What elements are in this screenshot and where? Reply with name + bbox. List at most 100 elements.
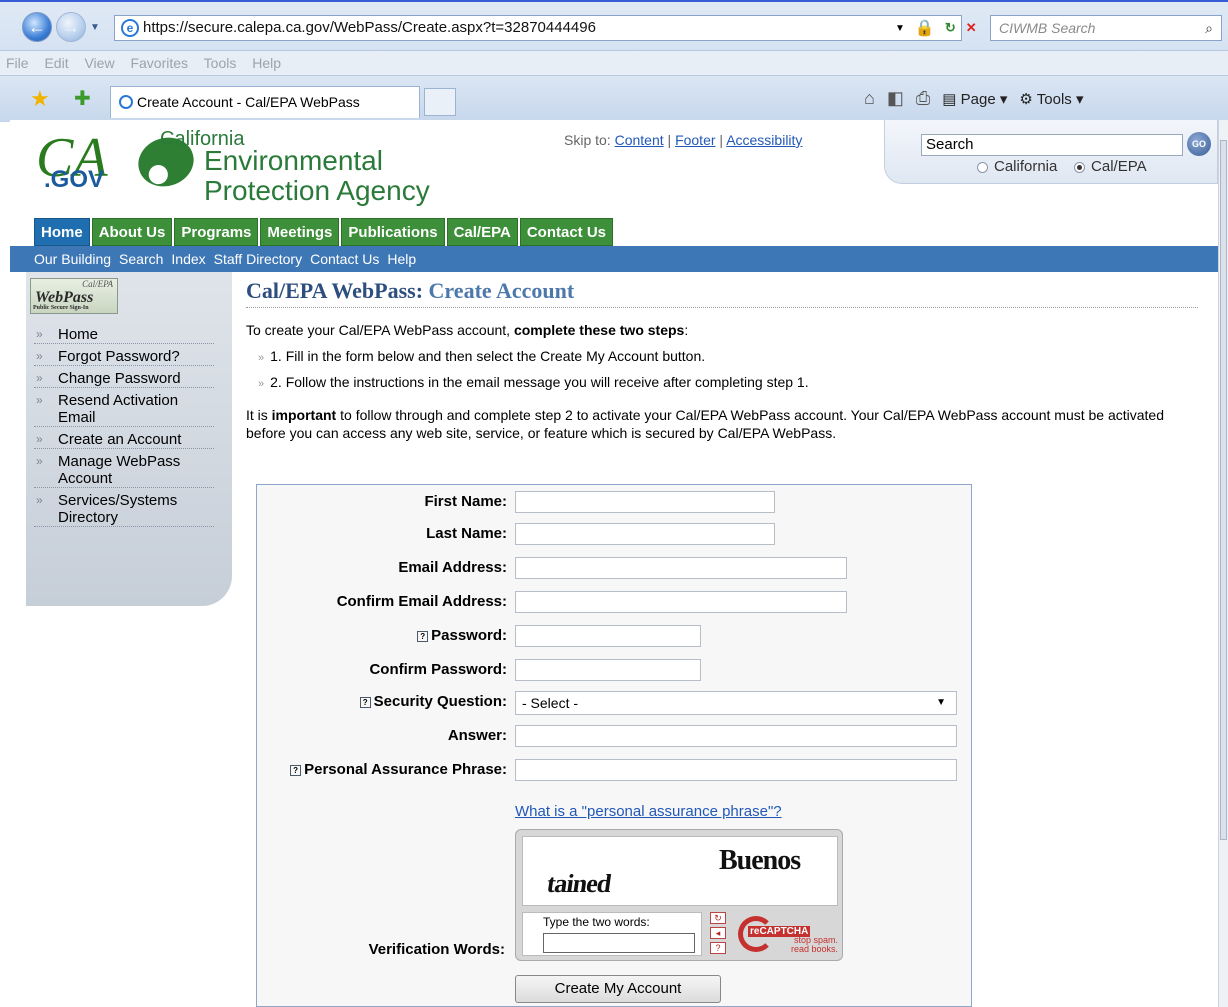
browser-chrome: ← → ▼ e https://secure.calepa.ca.gov/Web… bbox=[0, 0, 1228, 122]
answer-input[interactable] bbox=[515, 725, 957, 747]
sidebar-item-resend-activation[interactable]: Resend Activation Email bbox=[34, 392, 214, 427]
row-assurance: ? Personal Assurance Phrase: bbox=[257, 759, 973, 783]
subnav-search[interactable]: Search bbox=[119, 246, 163, 272]
go-button[interactable]: GO bbox=[1187, 132, 1211, 156]
skip-links: Skip to: Content | Footer | Accessibilit… bbox=[564, 132, 803, 148]
label-last-name: Last Name: bbox=[426, 525, 507, 542]
print-icon[interactable]: ⎙ bbox=[916, 88, 930, 109]
page-label: Page bbox=[960, 90, 996, 108]
nav-publications[interactable]: Publications bbox=[341, 218, 445, 246]
subnav-help[interactable]: Help bbox=[387, 246, 416, 272]
nav-calepa[interactable]: Cal/EPA bbox=[446, 218, 518, 246]
row-email: Email Address: bbox=[257, 557, 973, 581]
captcha-refresh-icon[interactable]: ↻ bbox=[710, 912, 726, 924]
sidebar-item-manage-account[interactable]: Manage WebPass Account bbox=[34, 453, 214, 488]
label-password: ? Password: bbox=[417, 627, 507, 644]
email-input[interactable] bbox=[515, 557, 847, 579]
menu-file[interactable]: File bbox=[6, 55, 29, 71]
step-2-text: 2. Follow the instructions in the email … bbox=[270, 374, 809, 390]
assurance-input[interactable] bbox=[515, 759, 957, 781]
nav-home[interactable]: Home bbox=[34, 218, 90, 246]
sidebar-item-forgot-password[interactable]: Forgot Password? bbox=[34, 348, 214, 366]
captcha-word-2: Buenos bbox=[719, 845, 801, 876]
help-icon[interactable]: ? bbox=[290, 765, 302, 776]
search-placeholder: CIWMB Search bbox=[999, 20, 1096, 36]
scrollbar-thumb[interactable] bbox=[1220, 140, 1227, 840]
captcha-audio-icon[interactable]: ◂ bbox=[710, 927, 726, 939]
first-name-input[interactable] bbox=[515, 491, 775, 513]
home-icon[interactable]: ⌂ bbox=[864, 88, 875, 109]
sidebar-item-home[interactable]: Home bbox=[34, 326, 214, 344]
menu-help[interactable]: Help bbox=[252, 55, 281, 71]
agency-name: Environmental Protection Agency bbox=[204, 146, 430, 206]
password-input[interactable] bbox=[515, 625, 701, 647]
captcha-prompt: Type the two words: bbox=[543, 915, 650, 929]
sidebar-item-services-directory[interactable]: Services/Systems Directory bbox=[34, 492, 214, 527]
assurance-help-link[interactable]: What is a "personal assurance phrase"? bbox=[515, 803, 782, 820]
tab-create-account[interactable]: Create Account - Cal/EPA WebPass bbox=[110, 86, 420, 118]
feeds-icon[interactable]: ◧ bbox=[887, 88, 904, 109]
skip-accessibility-link[interactable]: Accessibility bbox=[726, 132, 802, 148]
skip-footer-link[interactable]: Footer bbox=[675, 132, 715, 148]
address-bar[interactable]: e https://secure.calepa.ca.gov/WebPass/C… bbox=[114, 15, 962, 41]
radio-calepa[interactable] bbox=[1074, 161, 1086, 173]
row-last-name: Last Name: bbox=[257, 523, 973, 547]
site-search-input[interactable]: Search bbox=[921, 134, 1183, 156]
label-email: Email Address: bbox=[398, 559, 507, 576]
forward-button[interactable]: → bbox=[56, 12, 86, 42]
create-account-button[interactable]: Create My Account bbox=[515, 975, 721, 1003]
intro-suffix: : bbox=[684, 322, 689, 338]
menu-tools[interactable]: Tools bbox=[204, 55, 237, 71]
subnav-staff-directory[interactable]: Staff Directory bbox=[214, 246, 302, 272]
address-dropdown-icon[interactable]: ▼ bbox=[895, 23, 905, 34]
important-body: to follow through and complete step 2 to… bbox=[246, 407, 1164, 441]
refresh-icon[interactable]: ↻ bbox=[945, 20, 956, 36]
captcha-help-icon[interactable]: ? bbox=[710, 942, 726, 954]
search-scope: California Cal/EPA bbox=[977, 158, 1147, 175]
confirm-email-input[interactable] bbox=[515, 591, 847, 613]
lock-icon[interactable]: 🔒 bbox=[915, 18, 935, 38]
tools-menu[interactable]: ⚙ Tools ▾ bbox=[1019, 90, 1083, 108]
security-question-select[interactable]: - Select - ▼ bbox=[515, 691, 957, 715]
radio-california[interactable] bbox=[977, 161, 988, 173]
page-menu[interactable]: ▤ Page ▾ bbox=[942, 90, 1007, 108]
recent-pages-dropdown-icon[interactable]: ▼ bbox=[90, 22, 100, 33]
sidebar-item-create-account[interactable]: Create an Account bbox=[34, 431, 214, 449]
browser-search-input[interactable]: CIWMB Search ⌕ bbox=[990, 15, 1222, 41]
stop-icon[interactable]: ✕ bbox=[966, 20, 977, 36]
nav-meetings[interactable]: Meetings bbox=[260, 218, 340, 246]
skip-content-link[interactable]: Content bbox=[615, 132, 664, 148]
help-icon[interactable]: ? bbox=[417, 631, 429, 642]
add-favorite-icon[interactable]: ✚ bbox=[74, 88, 91, 110]
menu-edit[interactable]: Edit bbox=[44, 55, 68, 71]
subnav-our-building[interactable]: Our Building bbox=[34, 246, 111, 272]
page-scrollbar[interactable] bbox=[1218, 120, 1228, 1007]
label-confirm-password: Confirm Password: bbox=[369, 661, 507, 678]
search-icon[interactable]: ⌕ bbox=[1205, 16, 1213, 40]
nav-programs[interactable]: Programs bbox=[174, 218, 259, 246]
last-name-input[interactable] bbox=[515, 523, 775, 545]
gear-icon: ⚙ bbox=[1019, 90, 1033, 108]
site-search-panel: Search GO California Cal/EPA bbox=[884, 120, 1218, 184]
nav-about-us[interactable]: About Us bbox=[91, 218, 173, 246]
recaptcha-tagline: stop spam. read books. bbox=[790, 935, 838, 954]
ca-gov-logo-suffix[interactable]: .GOV bbox=[44, 166, 104, 194]
captcha-buttons: ↻ ◂ ? bbox=[710, 912, 726, 957]
intro-bold: complete these two steps bbox=[513, 322, 685, 338]
help-icon[interactable]: ? bbox=[359, 697, 371, 708]
favorites-star-icon[interactable]: ★ bbox=[30, 88, 50, 110]
sidebar-item-change-password[interactable]: Change Password bbox=[34, 370, 214, 388]
back-button[interactable]: ← bbox=[22, 12, 52, 42]
new-tab-button[interactable] bbox=[424, 88, 456, 116]
arrow-icon: » bbox=[258, 378, 265, 390]
label-assurance: ? Personal Assurance Phrase: bbox=[290, 761, 507, 778]
nav-contact-us[interactable]: Contact Us bbox=[519, 218, 614, 246]
subnav-index[interactable]: Index bbox=[171, 246, 205, 272]
page-icon: ▤ bbox=[942, 90, 957, 108]
menu-view[interactable]: View bbox=[84, 55, 114, 71]
subnav-contact-us[interactable]: Contact Us bbox=[310, 246, 379, 272]
important-bold: important bbox=[271, 407, 337, 423]
menu-favorites[interactable]: Favorites bbox=[130, 55, 188, 71]
confirm-password-input[interactable] bbox=[515, 659, 701, 681]
captcha-response-input[interactable] bbox=[543, 933, 695, 953]
